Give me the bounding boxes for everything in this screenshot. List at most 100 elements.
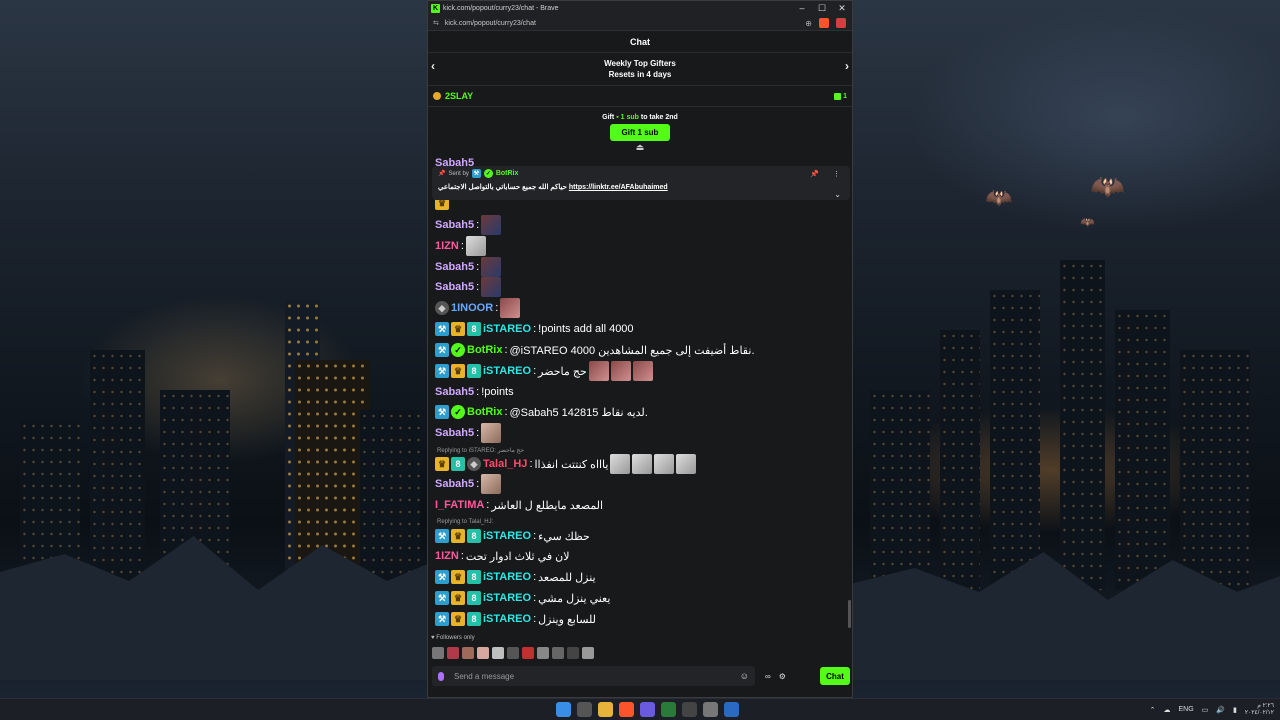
brave-rewards-icon[interactable] (836, 18, 846, 28)
site-settings-icon[interactable]: ⇆ (433, 19, 439, 27)
discord-icon[interactable] (640, 702, 655, 717)
chat-username[interactable]: iSTAREO (483, 323, 531, 335)
emote-button[interactable] (432, 647, 444, 659)
emote-button[interactable] (507, 647, 519, 659)
file-explorer-icon[interactable] (598, 702, 613, 717)
emote-button[interactable] (462, 647, 474, 659)
chat-username[interactable]: iSTAREO (483, 365, 531, 377)
chat-text: ينزل للمصعد (538, 571, 596, 584)
battery-icon[interactable]: ▮ (1233, 706, 1237, 714)
bat-icon: 🦇 (1090, 171, 1125, 202)
emote-image (632, 361, 653, 381)
chat-message: ⚒ ♛ 8 iSTAREO: حظك سيء (435, 526, 590, 546)
chat-text: حظك سيء (538, 530, 590, 543)
app-icon[interactable] (724, 702, 739, 717)
clock[interactable]: ٢:٢٦ م ٢٠٢٤/٠٢/١٢ (1245, 703, 1274, 717)
obs-icon[interactable] (682, 702, 697, 717)
chat-username[interactable]: iSTAREO (483, 592, 531, 604)
chat-username[interactable]: Talal_HJ (483, 458, 527, 470)
verified-badge-icon: ✓ (483, 169, 493, 178)
clock-date: ٢٠٢٤/٠٢/١٢ (1244, 709, 1274, 716)
building (1115, 310, 1170, 590)
emote-button[interactable] (582, 647, 594, 659)
task-view-icon[interactable] (577, 702, 592, 717)
chat-username[interactable]: BotRix (467, 344, 502, 356)
zoom-icon[interactable]: ⊕ (805, 19, 812, 28)
followers-only-label: Followers only (436, 635, 475, 641)
unpin-icon[interactable]: 📌 (810, 170, 819, 178)
chat-username[interactable]: Sabah5 (435, 261, 474, 273)
chat-username[interactable]: iSTAREO (483, 571, 531, 583)
volume-icon[interactable]: 🔊 (1216, 706, 1225, 714)
network-icon[interactable]: ▭ (1202, 706, 1209, 714)
onedrive-icon[interactable]: ☁ (1164, 706, 1171, 714)
address-bar[interactable]: ⇆ kick.com/popout/curry23/chat ⊕ (428, 16, 852, 31)
xbox-icon[interactable] (661, 702, 676, 717)
emote-button[interactable] (567, 647, 579, 659)
close-button[interactable]: ✕ (832, 3, 852, 14)
gift-sub-button[interactable]: Gift 1 sub (610, 124, 670, 141)
brave-browser-icon[interactable] (619, 702, 634, 717)
more-options-icon[interactable]: ⋮ (833, 170, 840, 178)
reply-preview[interactable]: Replying to iSTAREO: حج ماحضر (437, 447, 524, 454)
emote-button[interactable] (477, 647, 489, 659)
points-icon[interactable]: ∞ (765, 672, 771, 681)
chat-message: ⚒ ♛ 8 iSTAREO: يعني ينزل مشي (435, 588, 610, 608)
chat-username[interactable]: 1IZN (435, 550, 459, 562)
chat-username[interactable]: Sabah5 (435, 219, 474, 231)
settings-gear-icon[interactable]: ⚙ (779, 672, 786, 681)
pinned-message[interactable]: 📌 Sent by ⚒ ✓ BotRix حياكم الله جميع حسا… (432, 166, 850, 200)
taskbar: ⌃ ☁ ENG ▭ 🔊 ▮ ٢:٢٦ م ٢٠٢٤/٠٢/١٢ (0, 698, 1280, 720)
chat-input[interactable]: Send a message ☺ (432, 666, 755, 686)
chat-username[interactable]: 1IZN (435, 240, 459, 252)
windows-start-icon[interactable] (556, 702, 571, 717)
chat-username[interactable]: Sabah5 (435, 427, 474, 439)
pinned-sender[interactable]: BotRix (496, 170, 519, 177)
send-chat-button[interactable]: Chat (820, 667, 850, 685)
chat-username[interactable]: I_FATIMA (435, 499, 484, 511)
chevron-left-icon[interactable]: ‹ (431, 60, 435, 72)
gift-amount: 1 sub (620, 114, 639, 121)
chat-username[interactable]: Sabah5 (435, 386, 474, 398)
collapse-icon[interactable]: ⏏ (428, 142, 852, 153)
chat-username[interactable]: Sabah5 (435, 478, 474, 490)
emote-image (481, 257, 502, 277)
chat-username[interactable]: iSTAREO (483, 613, 531, 625)
chat-message: ⚒ ♛ 8 iSTAREO: للسابع وينزل (435, 609, 596, 628)
language-indicator[interactable]: ENG (1179, 706, 1194, 713)
emote-button[interactable] (537, 647, 549, 659)
gift-suffix: to take 2nd (640, 114, 678, 121)
chat-text: يعني ينزل مشي (538, 592, 611, 605)
url-text: kick.com/popout/curry23/chat (444, 19, 536, 27)
app-icon[interactable] (703, 702, 718, 717)
emoji-icon[interactable]: ☺ (740, 671, 749, 681)
emote-button[interactable] (492, 647, 504, 659)
verified-badge-icon: ✓ (451, 405, 465, 419)
chat-input-placeholder: Send a message (454, 671, 515, 681)
chevron-down-icon[interactable]: ⌄ (834, 190, 841, 199)
maximize-button[interactable]: ☐ (812, 3, 832, 14)
tray-chevron-icon[interactable]: ⌃ (1150, 706, 1156, 714)
minimize-button[interactable]: – (792, 3, 812, 14)
gift-count: 1 (834, 92, 847, 100)
emote-button[interactable] (552, 647, 564, 659)
emote-image (481, 423, 502, 443)
emote-image (676, 454, 697, 474)
chat-username[interactable]: iSTAREO (483, 530, 531, 542)
top-gifter-name[interactable]: 2SLAY (445, 91, 473, 101)
emote-button[interactable] (447, 647, 459, 659)
reply-preview[interactable]: Replying to Talal_HJ: (437, 519, 493, 525)
pinned-link[interactable]: https://linktr.ee/AFAbuhaimed (569, 184, 668, 191)
chat-username[interactable]: 1INOOR (451, 302, 493, 314)
microphone-icon[interactable] (438, 671, 444, 681)
crown-badge-icon: ♛ (451, 529, 465, 543)
moderator-badge-icon: ⚒ (471, 169, 481, 178)
chat-username[interactable]: BotRix (467, 406, 502, 418)
chat-scrollbar[interactable] (848, 600, 851, 628)
emote-button[interactable] (522, 647, 534, 659)
chat-message: 1IZN: لان في ثلاث ادوار تحت (435, 550, 570, 563)
brave-shields-icon[interactable] (819, 18, 829, 28)
chat-username[interactable]: Sabah5 (435, 281, 474, 293)
chat-text: للسابع وينزل (538, 613, 597, 626)
chevron-right-icon[interactable]: › (845, 60, 849, 72)
